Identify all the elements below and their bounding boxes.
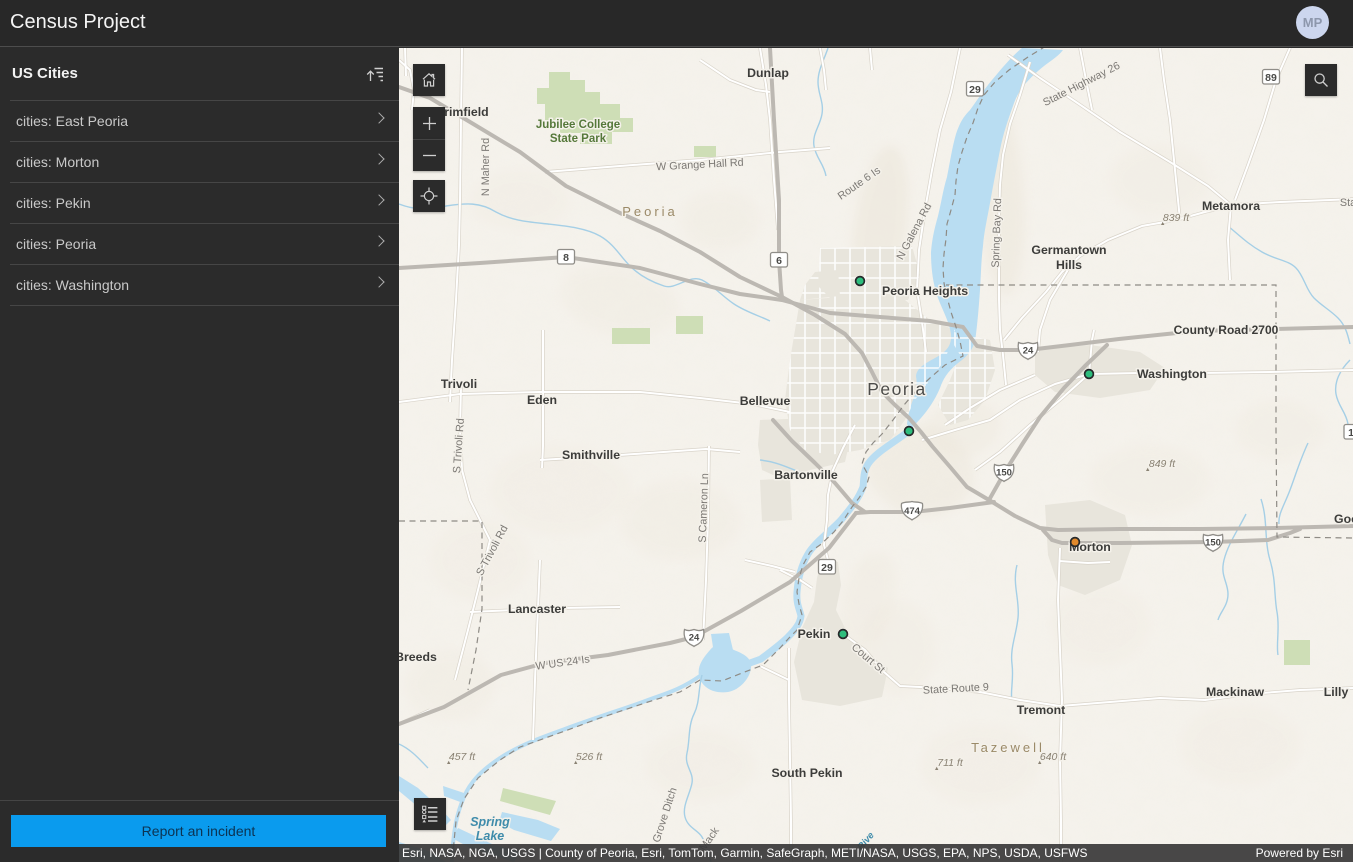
svg-text:29: 29 [969, 84, 981, 96]
svg-text:Goo: Goo [1334, 512, 1353, 526]
svg-text:Hills: Hills [1056, 258, 1082, 272]
svg-text:Tazewell: Tazewell [971, 740, 1045, 755]
svg-text:6: 6 [776, 255, 782, 267]
svg-text:711 ft: 711 ft [937, 757, 964, 769]
svg-text:89: 89 [1265, 72, 1277, 84]
svg-text:Peoria: Peoria [622, 204, 678, 219]
svg-text:Spring: Spring [470, 815, 510, 829]
svg-text:150: 150 [1205, 538, 1221, 549]
svg-text:Lilly: Lilly [1324, 685, 1349, 699]
svg-text:150: 150 [996, 468, 1012, 479]
svg-text:Dunlap: Dunlap [747, 66, 789, 80]
svg-text:Tremont: Tremont [1017, 703, 1066, 717]
svg-text:Spring Bay Rd: Spring Bay Rd [990, 198, 1004, 268]
svg-text:24: 24 [1023, 346, 1034, 357]
svg-text:24: 24 [689, 633, 700, 644]
svg-text:640 ft: 640 ft [1040, 751, 1067, 763]
svg-text:1: 1 [1348, 427, 1353, 439]
svg-text:State Park: State Park [550, 133, 607, 145]
svg-text:Sta: Sta [1340, 197, 1353, 209]
svg-text:Lake: Lake [476, 829, 505, 843]
svg-text:849 ft: 849 ft [1149, 458, 1176, 470]
svg-text:839 ft: 839 ft [1163, 212, 1190, 224]
svg-text:N Maher Rd: N Maher Rd [480, 138, 492, 196]
svg-text:Eden: Eden [527, 393, 557, 407]
svg-text:Pekin: Pekin [798, 627, 831, 641]
svg-text:457 ft: 457 ft [449, 751, 476, 763]
svg-text:S Cameron Ln: S Cameron Ln [697, 473, 711, 543]
svg-text:Breeds: Breeds [399, 650, 437, 664]
svg-text:Smithville: Smithville [562, 448, 620, 462]
svg-text:526 ft: 526 ft [576, 751, 603, 763]
svg-text:Metamora: Metamora [1202, 199, 1260, 213]
svg-text:Jubilee College: Jubilee College [536, 119, 620, 131]
svg-text:Peoria Heights: Peoria Heights [882, 284, 968, 298]
svg-text:29: 29 [821, 562, 833, 574]
svg-text:474: 474 [904, 506, 921, 517]
svg-text:County Road 2700: County Road 2700 [1174, 323, 1279, 337]
svg-text:Germantown: Germantown [1031, 243, 1106, 257]
svg-text:Lancaster: Lancaster [508, 602, 566, 616]
svg-text:Peoria: Peoria [867, 379, 927, 399]
svg-text:Bartonville: Bartonville [774, 468, 838, 482]
svg-text:South Pekin: South Pekin [771, 766, 842, 780]
svg-text:Washington: Washington [1137, 367, 1207, 381]
svg-text:Bellevue: Bellevue [740, 394, 791, 408]
svg-text:8: 8 [563, 252, 569, 264]
svg-text:Trivoli: Trivoli [441, 377, 477, 391]
svg-text:Mackinaw: Mackinaw [1206, 685, 1265, 699]
